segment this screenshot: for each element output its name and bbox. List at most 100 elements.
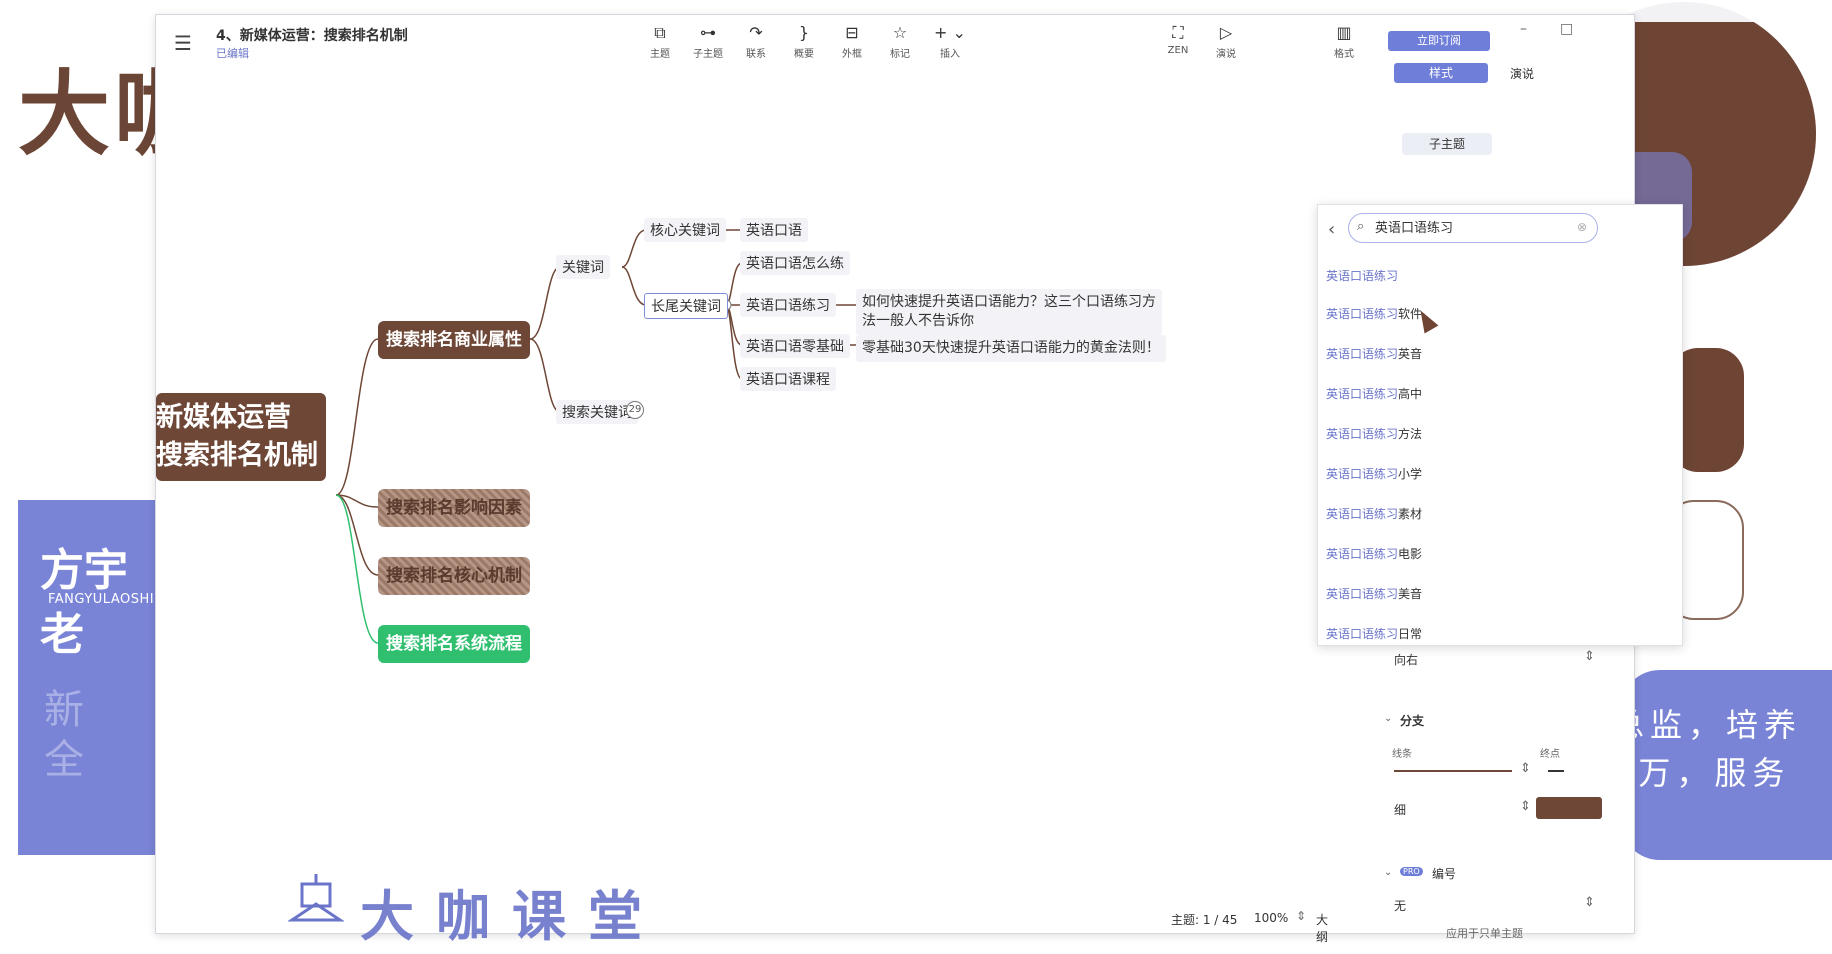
clear-icon[interactable]: ⊗ xyxy=(1577,220,1587,234)
plus-icon: + ⌄ xyxy=(934,23,966,42)
insert-tool-button[interactable]: + ⌄ 插入 xyxy=(928,23,972,60)
topic-longtail-item[interactable]: 英语口语怎么练 xyxy=(740,251,850,275)
outline-button[interactable]: 大纲 xyxy=(1316,911,1328,945)
tool-label: 子主题 xyxy=(693,49,723,60)
suggestion-suffix: 素材 xyxy=(1398,507,1423,521)
suggestion-item[interactable]: 英语口语练习高中 xyxy=(1326,385,1422,402)
boundary-icon: ⊟ xyxy=(845,23,859,42)
topic-core-keywords[interactable]: 核心关键词 xyxy=(644,218,726,242)
note-zero-basis-title[interactable]: 零基础30天快速提升英语口语能力的黄金法则！ xyxy=(856,335,1166,362)
suggestion-item[interactable]: 英语口语练习电影 xyxy=(1326,545,1422,562)
suggestion-suffix: 方法 xyxy=(1398,427,1423,441)
collapsed-count-badge[interactable]: 29 xyxy=(626,401,644,419)
topic-tool-button[interactable]: ⧉ 主题 xyxy=(638,23,682,60)
tool-label: ZEN xyxy=(1167,45,1189,56)
subtopic-tool-button[interactable]: ⊶ 子主题 xyxy=(686,23,730,60)
chevron-down-icon[interactable]: ⌄ xyxy=(1384,867,1392,878)
tab-present[interactable]: 演说 xyxy=(1482,65,1562,82)
toolbar: ☰ 4、新媒体运营：搜索排名机制 已编辑 ⧉ 主题 ⊶ 子主题 ↷ 联系 } 概要 ⊟ 外… xyxy=(156,15,1634,67)
end-label: 终点 xyxy=(1540,749,1560,760)
search-icon: ⌕ xyxy=(1357,219,1365,234)
suggestion-item[interactable]: 英语口语练习 xyxy=(1326,267,1398,284)
suggestion-item[interactable]: 英语口语练习日常 xyxy=(1326,625,1422,642)
suggestion-suffix: 小学 xyxy=(1398,467,1423,481)
direction-stepper-icon[interactable]: ⇕ xyxy=(1584,649,1595,664)
branch-process[interactable]: 搜索排名系统流程 xyxy=(378,625,530,663)
suggestion-item[interactable]: 英语口语练习小学 xyxy=(1326,465,1422,482)
subtopic-icon: ⊶ xyxy=(700,23,716,42)
summary-tool-button[interactable]: } 概要 xyxy=(782,23,826,60)
suggestion-prefix: 英语口语练习 xyxy=(1326,467,1399,481)
line-style-stepper-icon[interactable]: ⇕ xyxy=(1520,761,1531,776)
play-icon: ▷ xyxy=(1219,23,1233,42)
faded-line: 新 xyxy=(44,687,84,733)
subscribe-button[interactable]: 立即订阅 xyxy=(1388,31,1490,51)
zoom-stepper-icon[interactable]: ⇕ xyxy=(1296,909,1306,923)
tool-label: 插入 xyxy=(940,49,960,60)
topic-longtail-item[interactable]: 英语口语课程 xyxy=(740,367,836,391)
suggestion-suffix: 高中 xyxy=(1398,387,1423,401)
topic-keywords[interactable]: 关键词 xyxy=(556,255,610,279)
direction-select[interactable]: 向右 xyxy=(1394,651,1418,668)
topic-longtail-keywords[interactable]: 长尾关键词 xyxy=(644,293,728,319)
thickness-select[interactable]: 细 xyxy=(1394,801,1406,818)
minimize-button[interactable]: – xyxy=(1520,21,1527,37)
end-style-select[interactable] xyxy=(1548,770,1564,772)
intro-line: 总监，培养 xyxy=(1612,706,1803,744)
branch-factors[interactable]: 搜索排名影响因素 xyxy=(378,489,530,527)
numbering-select[interactable]: 无 xyxy=(1394,897,1406,914)
suggestion-item[interactable]: 英语口语练习素材 xyxy=(1326,505,1422,522)
boundary-tool-button[interactable]: ⊟ 外框 xyxy=(830,23,874,60)
branch-section-title: 分支 xyxy=(1400,714,1425,728)
branch-commercial[interactable]: 搜索排名商业属性 xyxy=(378,321,530,359)
format-button[interactable]: ▥ 格式 xyxy=(1322,23,1366,60)
topic-core-kw-item[interactable]: 英语口语 xyxy=(740,218,808,242)
marker-tool-button[interactable]: ☆ 标记 xyxy=(878,23,922,60)
numbering-stepper-icon[interactable]: ⇕ xyxy=(1584,895,1595,910)
subtopic-style-button[interactable]: 子主题 xyxy=(1402,133,1492,155)
suggestion-prefix: 英语口语练习 xyxy=(1326,627,1399,641)
search-input[interactable] xyxy=(1375,219,1565,234)
line-style-select[interactable] xyxy=(1394,770,1512,772)
tab-style[interactable]: 样式 xyxy=(1394,63,1488,83)
chevron-down-icon[interactable]: ⌄ xyxy=(1384,713,1392,724)
relationship-icon: ↷ xyxy=(749,23,763,42)
presenter-pinyin: FANGYULAOSHI xyxy=(48,592,155,607)
suggestion-item[interactable]: 英语口语练习方法 xyxy=(1326,425,1422,442)
thickness-stepper-icon[interactable]: ⇕ xyxy=(1520,799,1531,814)
summary-icon: } xyxy=(798,23,810,42)
suggestion-item[interactable]: 英语口语练习软件 xyxy=(1326,305,1422,322)
connector-lines xyxy=(335,229,858,644)
note-line: 如何快速提升英语口语能力？这三个口语练习方 xyxy=(862,294,1156,310)
menu-icon[interactable]: ☰ xyxy=(174,31,192,55)
watermark-logo-icon xyxy=(288,874,344,922)
topic-longtail-item[interactable]: 英语口语零基础 xyxy=(740,334,850,358)
suggestion-item[interactable]: 英语口语练习美音 xyxy=(1326,585,1422,602)
intro-panel: 总监，培养 0万，服务 xyxy=(1612,670,1832,860)
pro-badge: PRO xyxy=(1400,867,1423,876)
note-longtail-title[interactable]: 如何快速提升英语口语能力？这三个口语练习方 法一般人不告诉你 xyxy=(856,289,1162,335)
relationship-tool-button[interactable]: ↷ 联系 xyxy=(734,23,778,60)
suggestion-prefix: 英语口语练习 xyxy=(1326,587,1399,601)
root-topic[interactable]: 新媒体运营 搜索排名机制 xyxy=(156,393,326,481)
topic-longtail-item[interactable]: 英语口语练习 xyxy=(740,293,836,317)
maximize-button[interactable]: □ xyxy=(1560,21,1573,37)
fullscreen-icon: ⛶ xyxy=(1172,23,1184,42)
back-arrow-icon[interactable]: ‹ xyxy=(1328,219,1335,240)
search-box[interactable]: ⌕ ⊗ xyxy=(1348,213,1598,243)
suggestion-prefix: 英语口语练习 xyxy=(1326,307,1399,321)
root-line: 新媒体运营 xyxy=(156,402,291,433)
tool-label: 主题 xyxy=(650,49,670,60)
apply-to-topic-text[interactable]: 应用于只单主题 xyxy=(1446,925,1523,941)
tool-label: 概要 xyxy=(794,49,814,60)
branch-mechanism[interactable]: 搜索排名核心机制 xyxy=(378,557,530,595)
branch-color-swatch[interactable] xyxy=(1536,797,1602,819)
suggestion-item[interactable]: 英语口语练习英音 xyxy=(1326,345,1422,362)
mindmap-canvas[interactable]: 新媒体运营 搜索排名机制 搜索排名商业属性 搜索排名影响因素 搜索排名核心机制 … xyxy=(156,67,1321,927)
present-button[interactable]: ▷ 演说 xyxy=(1204,23,1248,60)
save-status: 已编辑 xyxy=(216,47,249,60)
zoom-level[interactable]: 100% xyxy=(1254,911,1288,925)
intro-line: 0万，服务 xyxy=(1612,754,1791,792)
zen-button[interactable]: ⛶ ZEN xyxy=(1156,23,1200,56)
suggestion-prefix: 英语口语练习 xyxy=(1326,547,1399,561)
